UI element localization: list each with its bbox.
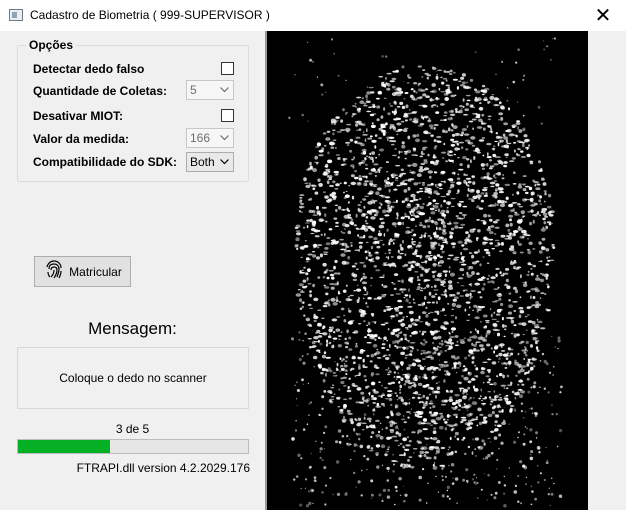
sdk-compat-label: Compatibilidade do SDK: <box>33 155 177 169</box>
message-title: Mensagem: <box>88 319 177 338</box>
window-client: Opções Detectar dedo falso Quantidade de… <box>0 31 626 510</box>
enroll-button[interactable]: Matricular <box>34 256 131 287</box>
measure-value-value: 166 <box>190 131 211 145</box>
window-title: Cadastro de Biometria ( 999-SUPERVISOR ) <box>30 8 270 22</box>
app-icon <box>9 9 23 21</box>
fingerprint-ridges <box>288 37 563 508</box>
detect-fake-label: Detectar dedo falso <box>33 62 145 76</box>
fingerprint-scan <box>288 37 563 508</box>
message-box: Coloque o dedo no scanner <box>17 347 249 409</box>
capture-progress-bar <box>17 439 249 454</box>
sdk-compat-select[interactable]: Both <box>186 152 234 172</box>
options-legend: Opções <box>26 38 77 52</box>
capture-progress-count: 3 de 5 <box>115 422 150 436</box>
measure-value-select[interactable]: 166 <box>186 128 234 148</box>
disable-miot-label: Desativar MIOT: <box>33 109 124 123</box>
title-bar: Cadastro de Biometria ( 999-SUPERVISOR )… <box>0 0 626 31</box>
message-text: Coloque o dedo no scanner <box>59 371 207 385</box>
fingerprint-image <box>265 31 588 510</box>
capture-count-label: Quantidade de Coletas: <box>33 84 168 98</box>
close-icon: ✕ <box>594 5 612 27</box>
close-button[interactable]: ✕ <box>580 0 626 31</box>
sdk-compat-value: Both <box>190 155 215 169</box>
capture-count-select[interactable]: 5 <box>186 80 234 100</box>
chevron-down-icon <box>218 131 231 145</box>
chevron-down-icon <box>218 155 231 169</box>
options-group: Opções Detectar dedo falso Quantidade de… <box>17 38 249 182</box>
chevron-down-icon <box>218 83 231 97</box>
enroll-label: Matricular <box>69 264 122 279</box>
disable-miot-checkbox[interactable] <box>221 109 234 122</box>
capture-count-value: 5 <box>190 83 197 97</box>
detect-fake-checkbox[interactable] <box>221 62 234 75</box>
left-panel: Opções Detectar dedo falso Quantidade de… <box>0 31 265 510</box>
measure-value-label: Valor da medida: <box>33 132 130 146</box>
version-text: FTRAPI.dll version 4.2.2029.176 <box>76 461 250 475</box>
fingerprint-icon <box>43 259 65 284</box>
right-margin <box>588 31 626 510</box>
capture-progress-fill <box>18 440 110 453</box>
